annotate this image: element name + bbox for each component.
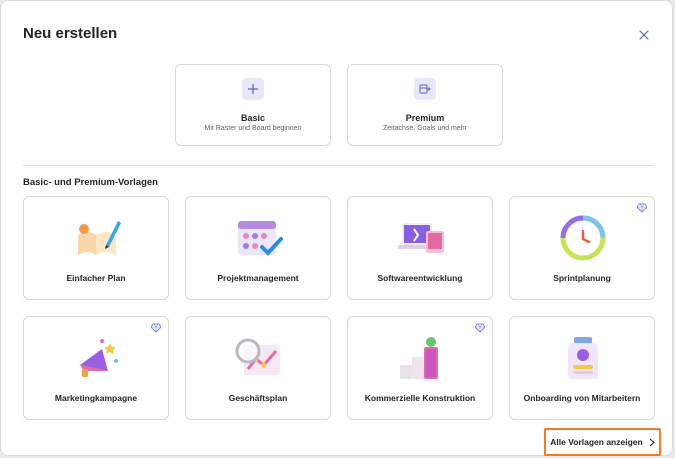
template-label: Onboarding von Mitarbeitern <box>523 393 641 403</box>
badge-illustration <box>568 337 598 379</box>
plus-icon <box>242 78 264 100</box>
template-card-sprintplanung[interactable]: Sprintplanung <box>509 196 655 300</box>
close-button[interactable] <box>635 26 653 44</box>
template-label: Projektmanagement <box>217 273 299 283</box>
clock-ring-illustration <box>560 215 606 261</box>
create-dialog: Neu erstellen Basic Mit Raster und Board… <box>0 0 673 456</box>
book-pen-illustration <box>78 221 121 255</box>
chevron-right-icon <box>649 438 655 446</box>
chart-magnifier-illustration <box>235 338 280 375</box>
template-label: Softwareentwicklung <box>377 273 463 283</box>
premium-gem-icon <box>637 203 647 213</box>
divider <box>23 165 654 166</box>
premium-option-name: Premium <box>405 113 445 123</box>
premium-board-icon <box>414 78 436 100</box>
basic-option-subtitle: Mit Raster und Board beginnen <box>204 125 302 132</box>
template-label: Geschäftsplan <box>228 393 288 403</box>
show-all-templates-button[interactable]: Alle Vorlagen anzeigen <box>544 428 661 456</box>
template-card-marketingkampagne[interactable]: Marketingkampagne <box>23 316 169 420</box>
section-title: Basic- und Premium-Vorlagen <box>23 177 158 188</box>
premium-gem-icon <box>151 323 161 333</box>
template-label: Marketingkampagne <box>54 393 138 403</box>
close-icon <box>639 30 649 40</box>
show-all-label: Alle Vorlagen anzeigen <box>550 437 643 447</box>
template-label: Einfacher Plan <box>66 273 126 283</box>
template-label: Kommerzielle Konstruktion <box>364 393 476 403</box>
template-card-softwareentwicklung[interactable]: Softwareentwicklung <box>347 196 493 300</box>
premium-option-subtitle: Zeitachse, Goals und mehr <box>382 125 468 132</box>
devices-illustration <box>398 223 444 253</box>
template-card-kommerzielle-konstruktion[interactable]: Kommerzielle Konstruktion <box>347 316 493 420</box>
dialog-title: Neu erstellen <box>23 25 118 42</box>
building-blocks-illustration <box>400 337 438 379</box>
premium-gem-icon <box>475 323 485 333</box>
template-card-einfacher-plan[interactable]: Einfacher Plan <box>23 196 169 300</box>
template-card-geschaeftsplan[interactable]: Geschäftsplan <box>185 316 331 420</box>
calendar-check-illustration <box>238 221 283 256</box>
megaphone-illustration <box>80 339 118 377</box>
template-card-projektmanagement[interactable]: Projektmanagement <box>185 196 331 300</box>
basic-option-card[interactable]: Basic Mit Raster und Board beginnen <box>175 64 331 146</box>
template-card-onboarding-von-mitarbeitern[interactable]: Onboarding von Mitarbeitern <box>509 316 655 420</box>
template-label: Sprintplanung <box>553 273 611 283</box>
premium-option-card[interactable]: Premium Zeitachse, Goals und mehr <box>347 64 503 146</box>
basic-option-name: Basic <box>240 113 266 123</box>
